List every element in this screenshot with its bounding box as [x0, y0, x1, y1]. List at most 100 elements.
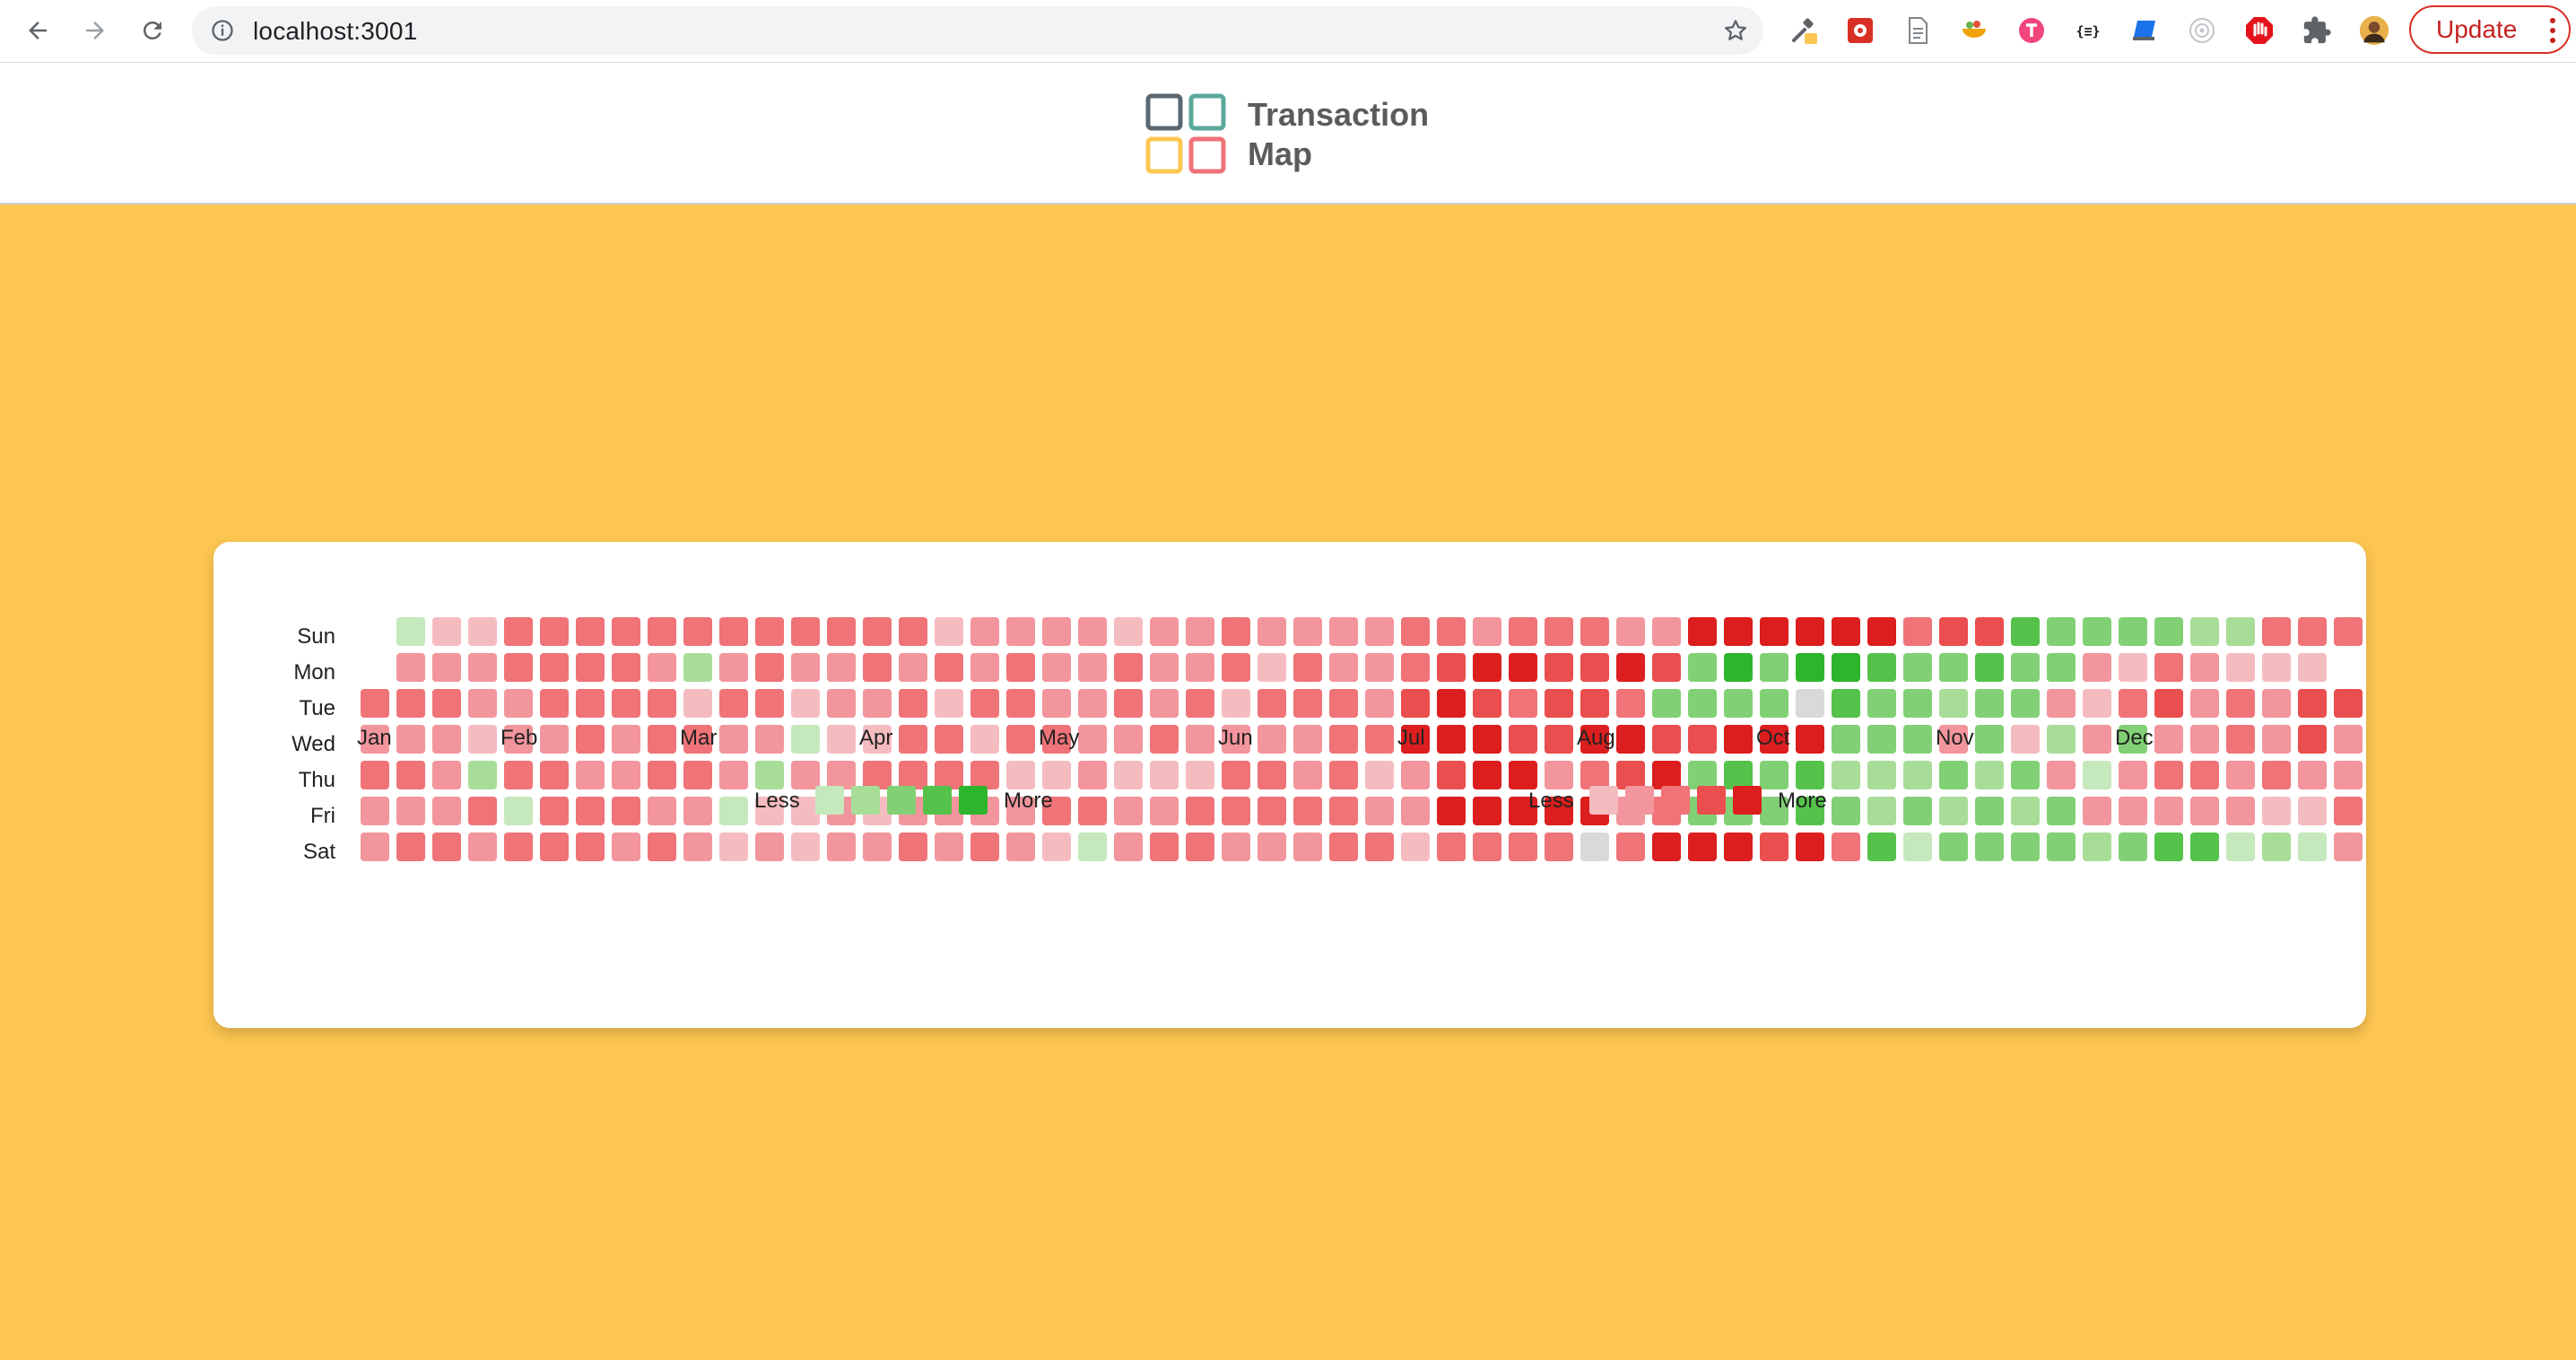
heatmap-cell[interactable]	[1616, 725, 1645, 754]
heatmap-cell[interactable]	[432, 761, 461, 789]
heatmap-cell[interactable]	[468, 833, 497, 861]
heatmap-cell[interactable]	[540, 797, 569, 825]
heatmap-cell[interactable]	[1975, 689, 2004, 718]
heatmap-cell[interactable]	[2334, 725, 2363, 754]
heatmap-cell[interactable]	[1509, 653, 1537, 682]
heatmap-cell[interactable]	[540, 617, 569, 646]
heatmap-cell[interactable]	[1867, 833, 1896, 861]
heatmap-cell[interactable]	[683, 617, 712, 646]
heatmap-cell[interactable]	[361, 689, 389, 718]
heatmap-cell[interactable]	[396, 689, 425, 718]
heatmap-cell[interactable]	[1437, 617, 1466, 646]
heatmap-cell[interactable]	[1509, 689, 1537, 718]
heatmap-cell[interactable]	[1114, 617, 1143, 646]
heatmap-cell[interactable]	[1473, 653, 1501, 682]
heatmap-cell[interactable]	[540, 653, 569, 682]
heatmap-cell[interactable]	[540, 833, 569, 861]
heatmap-cell[interactable]	[1760, 653, 1788, 682]
heatmap-cell[interactable]	[755, 761, 784, 789]
heatmap-cell[interactable]	[1293, 653, 1322, 682]
heatmap-cell[interactable]	[612, 833, 640, 861]
heatmap-cell[interactable]	[1760, 617, 1788, 646]
heatmap-cell[interactable]	[2226, 761, 2255, 789]
heatmap-cell[interactable]	[1616, 761, 1645, 789]
heatmap-cell[interactable]	[2154, 725, 2183, 754]
heatmap-cell[interactable]	[791, 689, 820, 718]
heatmap-cell[interactable]	[2262, 797, 2291, 825]
heatmap-cell[interactable]	[1724, 617, 1753, 646]
heatmap-cell[interactable]	[361, 761, 389, 789]
heatmap-cell[interactable]	[648, 797, 676, 825]
heatmap-cell[interactable]	[1006, 725, 1035, 754]
heatmap-cell[interactable]	[396, 725, 425, 754]
heatmap-cell[interactable]	[1114, 797, 1143, 825]
heatmap-cell[interactable]	[1580, 617, 1609, 646]
heatmap-cell[interactable]	[2298, 833, 2327, 861]
heatmap-cell[interactable]	[1652, 653, 1681, 682]
heatmap-cell[interactable]	[396, 761, 425, 789]
heatmap-cell[interactable]	[432, 725, 461, 754]
heatmap-cell[interactable]	[935, 761, 963, 789]
heatmap-cell[interactable]	[899, 725, 927, 754]
heatmap-cell[interactable]	[827, 617, 856, 646]
back-arrow-icon[interactable]	[20, 13, 56, 48]
heatmap-cell[interactable]	[468, 725, 497, 754]
heatmap-cell[interactable]	[1222, 833, 1250, 861]
heatmap-cell[interactable]	[2083, 761, 2111, 789]
heatmap-cell[interactable]	[1832, 725, 1860, 754]
heatmap-cell[interactable]	[1114, 833, 1143, 861]
heatmap-cell[interactable]	[1939, 797, 1968, 825]
heatmap-cell[interactable]	[1401, 653, 1430, 682]
heatmap-cell[interactable]	[2083, 725, 2111, 754]
heatmap-cell[interactable]	[540, 725, 569, 754]
heatmap-cell[interactable]	[2011, 689, 2040, 718]
heatmap-cell[interactable]	[1473, 689, 1501, 718]
heatmap-cell[interactable]	[1078, 761, 1107, 789]
heatmap-cell[interactable]	[827, 761, 856, 789]
heatmap-cell[interactable]	[863, 689, 892, 718]
heatmap-cell[interactable]	[1365, 689, 1394, 718]
heatmap-cell[interactable]	[827, 725, 856, 754]
bowl-icon[interactable]	[1959, 15, 1989, 46]
heatmap-cell[interactable]	[361, 797, 389, 825]
heatmap-cell[interactable]	[2083, 689, 2111, 718]
heatmap-cell[interactable]	[2334, 797, 2363, 825]
heatmap-cell[interactable]	[2047, 653, 2076, 682]
heatmap-cell[interactable]	[1329, 761, 1358, 789]
heatmap-cell[interactable]	[2226, 689, 2255, 718]
heatmap-cell[interactable]	[2334, 833, 2363, 861]
heatmap-cell[interactable]	[719, 689, 748, 718]
heatmap-cell[interactable]	[2226, 653, 2255, 682]
heatmap-cell[interactable]	[935, 725, 963, 754]
heatmap-cell[interactable]	[1042, 653, 1071, 682]
eyedropper-icon[interactable]	[1788, 15, 1819, 46]
heatmap-cell[interactable]	[2011, 617, 2040, 646]
heatmap-cell[interactable]	[1580, 833, 1609, 861]
heatmap-cell[interactable]	[1760, 761, 1788, 789]
heatmap-cell[interactable]	[1114, 689, 1143, 718]
heatmap-cell[interactable]	[1652, 617, 1681, 646]
heatmap-cell[interactable]	[827, 833, 856, 861]
heatmap-cell[interactable]	[1867, 617, 1896, 646]
heatmap-cell[interactable]	[2119, 617, 2147, 646]
heatmap-cell[interactable]	[1939, 689, 1968, 718]
heatmap-cell[interactable]	[1329, 653, 1358, 682]
heatmap-cell[interactable]	[1293, 725, 1322, 754]
heatmap-cell[interactable]	[683, 833, 712, 861]
heatmap-cell[interactable]	[576, 689, 605, 718]
heatmap-cell[interactable]	[648, 689, 676, 718]
heatmap-cell[interactable]	[576, 761, 605, 789]
heatmap-cell[interactable]	[970, 761, 999, 789]
heatmap-cell[interactable]	[755, 653, 784, 682]
heatmap-cell[interactable]	[1258, 689, 1286, 718]
forward-arrow-icon[interactable]	[77, 13, 113, 48]
heatmap-cell[interactable]	[2119, 761, 2147, 789]
heatmap-cell[interactable]	[648, 617, 676, 646]
heatmap-cell[interactable]	[1975, 725, 2004, 754]
heatmap-cell[interactable]	[1473, 725, 1501, 754]
heatmap-cell[interactable]	[540, 689, 569, 718]
heatmap-cell[interactable]	[2298, 761, 2327, 789]
heatmap-cell[interactable]	[2047, 725, 2076, 754]
heatmap-cell[interactable]	[755, 833, 784, 861]
heatmap-cell[interactable]	[2262, 617, 2291, 646]
